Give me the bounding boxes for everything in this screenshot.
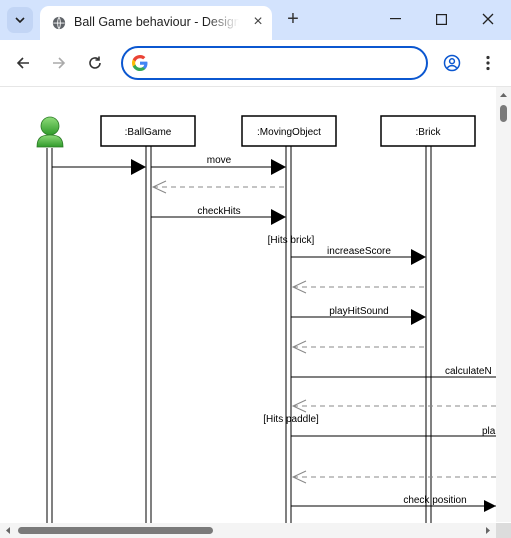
close-icon [482,13,494,25]
active-tab[interactable]: Ball Game behaviour - Design model × [40,6,272,40]
message-play[interactable]: pla [291,426,496,437]
message-label: checkHits [197,206,240,217]
lifeline-label-brick: :Brick [416,127,442,138]
back-button[interactable] [10,50,36,76]
arrow-right-icon [53,57,66,69]
message-label: calculateN [445,366,492,377]
message-label: pla [482,426,496,437]
more-vert-icon [486,55,490,71]
lifeline-label-ballgame: :BallGame [125,127,172,138]
message-label: move [207,155,232,166]
scroll-left-icon[interactable] [2,523,14,538]
browser-toolbar [0,40,511,87]
guard-hits-brick: [Hits brick] [268,235,315,246]
scroll-right-icon[interactable] [482,523,494,538]
return-play[interactable] [291,470,496,484]
account-icon [443,54,461,72]
message-check-position[interactable]: check position [291,495,496,512]
lifeline-brick[interactable]: :Brick [380,115,476,523]
address-input[interactable] [157,52,421,76]
profile-button[interactable] [439,50,465,76]
message-label: check position [403,495,466,506]
message-move[interactable]: move [151,155,286,175]
maximize-button[interactable] [426,6,456,32]
lifeline-ballgame[interactable]: :BallGame [100,115,196,523]
message-label: increaseScore [327,246,391,257]
message-calculate[interactable]: calculateN [291,366,496,378]
vertical-scrollbar[interactable] [496,87,511,522]
scrollbar-corner [496,523,511,538]
actor-icon[interactable] [36,116,64,148]
return-increasescore[interactable] [291,280,426,294]
address-bar[interactable] [121,46,428,80]
close-window-button[interactable] [473,6,503,32]
new-tab-button[interactable]: + [282,8,304,30]
maximize-icon [435,13,447,25]
scroll-up-icon[interactable] [496,89,511,101]
minimize-icon [389,18,401,20]
reload-icon [89,56,101,69]
globe-icon [52,16,66,30]
lifeline-label-movingobject: :MovingObject [257,127,321,138]
message-label: playHitSound [329,306,388,317]
horizontal-scrollbar[interactable] [0,523,496,538]
chevron-down-icon [15,17,25,23]
menu-button[interactable] [475,50,501,76]
forward-button[interactable] [46,50,72,76]
page-viewport: :BallGame :MovingObject :Brick move chec… [0,87,511,538]
reload-button[interactable] [82,50,108,76]
tab-title: Ball Game behaviour - Design model [74,15,239,29]
google-icon [132,55,148,71]
sequence-diagram: :BallGame :MovingObject :Brick move chec… [36,115,496,523]
tab-search-button[interactable] [7,7,33,33]
return-playhitsound[interactable] [291,340,426,354]
return-move[interactable] [151,180,286,194]
return-calculate[interactable] [291,399,496,413]
message-checkhits[interactable]: checkHits [151,206,286,225]
arrow-left-icon [16,57,29,69]
minimize-button[interactable] [380,6,410,32]
horizontal-scroll-thumb[interactable] [18,527,213,534]
guard-hits-paddle: [Hits paddle] [263,414,319,425]
message-actor-to-ballgame[interactable] [52,159,146,175]
vertical-scroll-thumb[interactable] [500,105,507,122]
message-playhitsound[interactable]: playHitSound [291,306,426,325]
lifeline-movingobject[interactable]: :MovingObject [241,115,337,523]
tab-close-icon[interactable]: × [248,12,268,32]
tab-strip: Ball Game behaviour - Design model × + [0,0,511,40]
actor-lifeline [46,148,53,523]
message-increasescore[interactable]: increaseScore [291,246,426,265]
